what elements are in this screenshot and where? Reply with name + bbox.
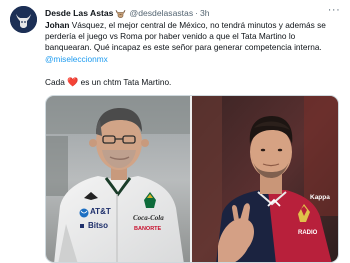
avatar-bull-icon	[10, 6, 37, 33]
bull-emoji-icon	[115, 9, 126, 18]
tweet-text: Johan Vásquez, el mejor central de Méxic…	[45, 20, 341, 88]
sponsor-bitso: Bitso	[88, 221, 108, 230]
tweet-paragraph-1: Johan Vásquez, el mejor central de Méxic…	[45, 20, 341, 54]
tweet[interactable]: Desde Las Astas @desdelasastas · 3h ··· …	[0, 0, 350, 263]
tweet-paragraph-2-before: Cada	[45, 76, 68, 87]
timestamp[interactable]: 3h	[200, 7, 210, 19]
handle[interactable]: @desdelasastas	[129, 7, 193, 19]
author-first-name: Johan	[45, 20, 70, 30]
photo-coach[interactable]: AT&T Coca-Cola Bitso BANORTE	[46, 96, 190, 262]
tweet-paragraph-2-after: es un chtm Tata Martino.	[78, 76, 172, 87]
player-photo-image	[192, 96, 338, 262]
media-grid[interactable]: AT&T Coca-Cola Bitso BANORTE Kappa RADIO	[45, 95, 339, 263]
photo-player[interactable]: Kappa RADIO	[192, 96, 338, 262]
sponsor-radio: RADIO	[298, 230, 318, 236]
red-heart-icon: ❤️	[67, 76, 79, 87]
sponsor-att: AT&T	[90, 207, 111, 216]
sponsor-cocacola: Coca-Cola	[133, 214, 164, 222]
sponsor-kappa: Kappa	[310, 194, 330, 201]
coach-photo-image	[46, 96, 190, 262]
display-name[interactable]: Desde Las Astas	[45, 7, 113, 19]
sponsor-banorte: BANORTE	[134, 226, 162, 232]
mention-link[interactable]: @miseleccionmx	[45, 54, 341, 65]
tweet-paragraph-2: Cada ❤️ es un chtm Tata Martino.	[45, 77, 341, 88]
more-options-icon[interactable]: ···	[326, 5, 342, 17]
tweet-paragraph-1-text: Vásquez, el mejor central de México, no …	[45, 20, 326, 53]
separator-dot: ·	[195, 8, 199, 18]
tweet-header: Desde Las Astas @desdelasastas · 3h	[45, 7, 210, 19]
avatar[interactable]	[10, 6, 37, 33]
